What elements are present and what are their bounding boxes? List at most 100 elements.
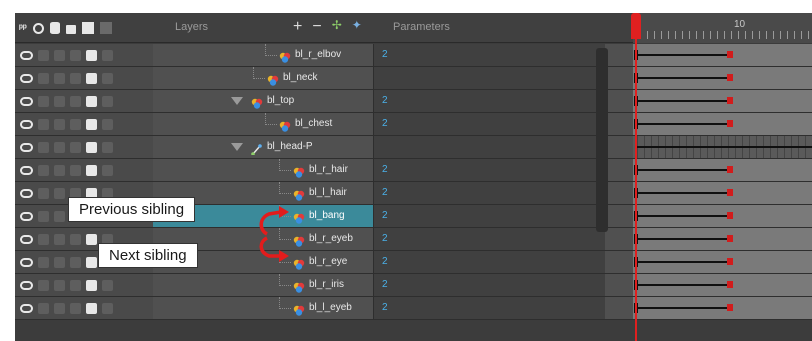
vertical-scrollbar[interactable] — [596, 48, 608, 232]
lock-icon[interactable] — [70, 302, 81, 314]
color-swatch-icon[interactable] — [86, 49, 97, 61]
layer-cell[interactable]: bl_chest+ — [153, 113, 392, 135]
database-icon[interactable] — [54, 72, 65, 84]
layer-mode-icon[interactable] — [102, 72, 113, 84]
keyframe-end[interactable] — [727, 120, 733, 127]
timeline-track[interactable] — [633, 113, 812, 135]
timeline-track[interactable] — [633, 90, 812, 112]
layer-row[interactable]: bl_neck+ — [15, 67, 812, 90]
keyframe-end[interactable] — [727, 212, 733, 219]
color-swatch-icon[interactable] — [81, 22, 94, 34]
playhead-line[interactable] — [635, 13, 637, 341]
parameter-cell[interactable] — [373, 67, 605, 89]
parameter-cell[interactable]: 2 — [373, 113, 605, 135]
eye-icon[interactable] — [20, 211, 33, 221]
timeline-track[interactable] — [633, 274, 812, 296]
timeline-track[interactable] — [633, 228, 812, 250]
database-icon[interactable] — [54, 141, 65, 153]
layer-mode-icon[interactable] — [102, 141, 113, 153]
keyframe-end[interactable] — [727, 51, 733, 58]
add-peg-icon[interactable]: ✢ — [332, 18, 342, 36]
parameter-cell[interactable]: 2 — [373, 297, 605, 319]
eye-icon[interactable] — [20, 280, 33, 290]
expand-triangle-icon[interactable] — [231, 143, 243, 151]
layer-cell[interactable]: bl_neck+ — [153, 67, 392, 89]
add-layer-icon[interactable]: + — [293, 18, 302, 36]
layer-cell[interactable]: bl_l_eyeb+ — [153, 297, 392, 319]
database-icon[interactable] — [54, 49, 65, 61]
visibility-icon[interactable] — [38, 95, 49, 107]
layer-mode-icon[interactable] — [102, 95, 113, 107]
color-swatch-icon[interactable] — [86, 302, 97, 314]
layer-cell[interactable]: bl_head-P+ — [153, 136, 392, 158]
visibility-icon[interactable] — [38, 187, 49, 199]
visibility-icon[interactable] — [38, 233, 49, 245]
parameter-cell[interactable]: 2 — [373, 159, 605, 181]
keyframe-end[interactable] — [727, 166, 733, 173]
layer-mode-icon[interactable] — [102, 118, 113, 130]
layer-mode-icon[interactable] — [102, 49, 113, 61]
layer-mode-icon[interactable] — [102, 302, 113, 314]
eye-icon[interactable] — [20, 73, 33, 83]
lock-icon[interactable] — [70, 256, 81, 268]
color-swatch-icon[interactable] — [86, 72, 97, 84]
visibility-icon[interactable] — [38, 141, 49, 153]
database-icon[interactable] — [54, 256, 65, 268]
expand-triangle-icon[interactable] — [231, 97, 243, 105]
lock-icon[interactable] — [70, 72, 81, 84]
eye-icon[interactable] — [20, 303, 33, 313]
layer-row[interactable]: bl_r_hair+2 — [15, 159, 812, 182]
layer-row[interactable]: bl_top+2 — [15, 90, 812, 113]
parameter-cell[interactable]: 2 — [373, 205, 605, 227]
lock-icon[interactable] — [70, 118, 81, 130]
keyframe-end[interactable] — [727, 97, 733, 104]
lock-icon[interactable] — [70, 141, 81, 153]
layer-row[interactable]: bl_r_elbov+2 — [15, 44, 812, 67]
keyframe-end[interactable] — [727, 304, 733, 311]
timeline-track[interactable] — [633, 251, 812, 273]
timeline-track[interactable] — [633, 182, 812, 204]
color-swatch-icon[interactable] — [86, 118, 97, 130]
eye-icon[interactable] — [20, 234, 33, 244]
keyframe-end[interactable] — [727, 74, 733, 81]
layer-row[interactable]: bl_r_iris+2 — [15, 274, 812, 297]
frame-ruler[interactable]: 10 — [633, 13, 812, 43]
remove-layer-icon[interactable]: − — [312, 18, 321, 36]
eye-icon[interactable] — [20, 142, 33, 152]
keyframe-end[interactable] — [727, 281, 733, 288]
database-icon[interactable] — [54, 233, 65, 245]
color-swatch-icon[interactable] — [86, 256, 97, 268]
lock-icon[interactable] — [70, 49, 81, 61]
parameter-cell[interactable]: 2 — [373, 274, 605, 296]
timeline-track[interactable] — [633, 205, 812, 227]
eye-icon[interactable] — [20, 188, 33, 198]
layer-mode-icon[interactable] — [102, 279, 113, 291]
lock-icon[interactable] — [70, 279, 81, 291]
layer-cell[interactable]: bl_r_elbov+ — [153, 44, 392, 66]
parameter-cell[interactable]: 2 — [373, 228, 605, 250]
eye-icon[interactable] — [20, 119, 33, 129]
layer-row[interactable]: bl_chest+2 — [15, 113, 812, 136]
lock-icon[interactable] — [70, 95, 81, 107]
layer-cell[interactable]: bl_top+ — [153, 90, 392, 112]
visibility-icon[interactable] — [38, 164, 49, 176]
lock-icon[interactable] — [65, 25, 76, 34]
database-icon[interactable] — [49, 22, 60, 34]
timeline-track[interactable] — [633, 44, 812, 66]
visibility-icon[interactable] — [38, 210, 49, 222]
database-icon[interactable] — [54, 279, 65, 291]
layer-mode-icon[interactable] — [102, 164, 113, 176]
visibility-icon[interactable] — [38, 49, 49, 61]
timeline-track[interactable] — [633, 67, 812, 89]
visibility-icon[interactable] — [38, 302, 49, 314]
layer-mode-icon[interactable] — [99, 22, 112, 34]
color-swatch-icon[interactable] — [86, 95, 97, 107]
layer-cell[interactable]: bl_r_hair+ — [153, 159, 392, 181]
keyframe-end[interactable] — [727, 189, 733, 196]
parameter-cell[interactable]: 2 — [373, 251, 605, 273]
database-icon[interactable] — [54, 187, 65, 199]
add-drawing-icon[interactable]: ✦ — [352, 18, 362, 36]
visibility-icon[interactable] — [38, 256, 49, 268]
layer-cell[interactable]: bl_r_iris+ — [153, 274, 392, 296]
color-swatch-icon[interactable] — [86, 164, 97, 176]
